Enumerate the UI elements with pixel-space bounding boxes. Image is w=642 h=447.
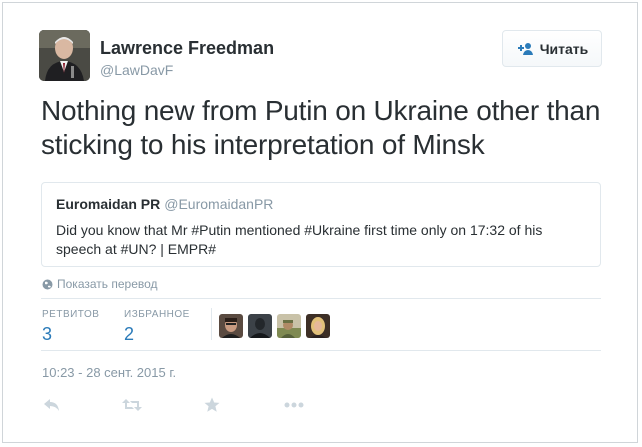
author-name[interactable]: Lawrence Freedman bbox=[100, 38, 274, 59]
quoted-author-name: Euromaidan PR bbox=[56, 196, 161, 212]
tweet-text: Nothing new from Putin on Ukraine other … bbox=[41, 95, 601, 160]
tweet-timestamp[interactable]: 10:23 - 28 сент. 2015 г. bbox=[42, 365, 176, 380]
follow-user-icon bbox=[516, 42, 534, 56]
retweets-label: РЕТВИТОВ bbox=[42, 309, 100, 320]
retweets-count: 3 bbox=[42, 324, 53, 344]
favorites-count: 2 bbox=[124, 324, 135, 344]
favorites-stat[interactable]: ИЗБРАННОЕ 2 bbox=[124, 309, 190, 345]
favorite-icon[interactable] bbox=[202, 396, 222, 414]
globe-icon bbox=[42, 279, 53, 290]
quoted-tweet-header: Euromaidan PR @EuromaidanPR bbox=[56, 195, 586, 213]
show-translation-link[interactable]: Показать перевод bbox=[42, 277, 158, 291]
favorites-label: ИЗБРАННОЕ bbox=[124, 309, 190, 320]
retweets-stat[interactable]: РЕТВИТОВ 3 bbox=[42, 309, 99, 345]
author-handle[interactable]: @LawDavF bbox=[100, 62, 173, 78]
follow-button-label: Читать bbox=[539, 40, 589, 57]
show-translation-label: Показать перевод bbox=[57, 277, 158, 291]
favoriter-avatar[interactable] bbox=[219, 314, 243, 338]
quoted-author-handle: @EuromaidanPR bbox=[164, 196, 274, 212]
quoted-tweet-text: Did you know that Mr #Putin mentioned #U… bbox=[56, 222, 543, 257]
retweet-icon[interactable] bbox=[122, 396, 142, 414]
stats-divider-top bbox=[41, 298, 601, 299]
reply-icon[interactable] bbox=[42, 396, 62, 414]
tweet-actions bbox=[42, 396, 304, 414]
author-avatar[interactable] bbox=[39, 30, 90, 81]
stats-vertical-divider bbox=[211, 308, 212, 340]
more-icon[interactable] bbox=[284, 396, 304, 414]
favoriter-avatar[interactable] bbox=[306, 314, 330, 338]
stats-divider-bottom bbox=[41, 350, 601, 351]
favoriter-avatars bbox=[219, 314, 330, 338]
favoriter-avatar[interactable] bbox=[248, 314, 272, 338]
follow-button[interactable]: Читать bbox=[502, 30, 602, 67]
favoriter-avatar[interactable] bbox=[277, 314, 301, 338]
quoted-tweet[interactable]: Euromaidan PR @EuromaidanPR Did you know … bbox=[41, 182, 601, 267]
